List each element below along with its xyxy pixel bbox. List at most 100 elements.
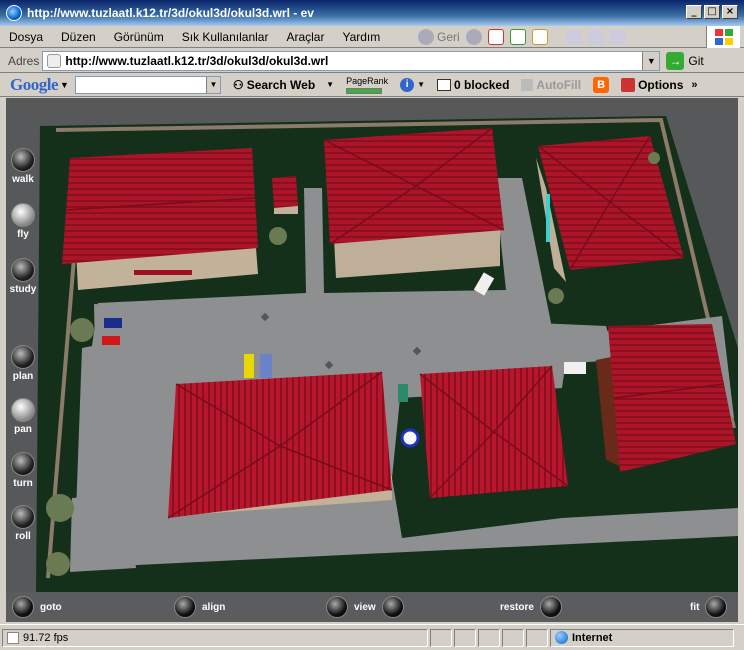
google-menu-icon[interactable]: ▼	[60, 80, 69, 90]
page-status-icon	[7, 631, 19, 644]
restore-label: restore	[500, 601, 534, 613]
info-dropdown-icon[interactable]: ▼	[417, 80, 425, 89]
nav-plan-label: plan	[12, 371, 34, 382]
options-icon	[621, 77, 636, 92]
car-white-2	[564, 362, 586, 374]
search-web-button[interactable]: ⚇ Search Web ▼	[233, 78, 334, 92]
align-button[interactable]: align	[174, 596, 225, 618]
tree-6	[648, 152, 660, 164]
address-input[interactable]: http://www.tuzlaatl.k12.tr/3d/okul3d/oku…	[42, 50, 661, 71]
nav-plan-button[interactable]: plan	[6, 345, 43, 382]
menu-favorites[interactable]: Sık Kullanılanlar	[173, 30, 278, 44]
car-navy	[104, 318, 122, 328]
3d-school-scene[interactable]	[6, 98, 738, 592]
standard-toolbar: Geri	[418, 26, 626, 48]
plan-icon	[11, 345, 35, 369]
info-button[interactable]: i ▼	[400, 77, 425, 92]
google-search-dropdown-icon[interactable]: ▼	[205, 76, 220, 93]
window-title: http://www.tuzlaatl.k12.tr/3d/okul3d/oku…	[27, 6, 314, 20]
car-yellow	[244, 354, 254, 378]
print-preview-icon[interactable]	[565, 29, 582, 45]
blogger-button[interactable]: B	[593, 76, 610, 93]
search-web-dropdown-icon[interactable]: ▼	[326, 80, 334, 89]
align-label: align	[202, 601, 226, 613]
window-controls: _ □ ×	[686, 5, 738, 19]
back-label: Geri	[437, 30, 460, 44]
fit-icon	[705, 596, 728, 618]
status-cell-2	[454, 628, 476, 647]
address-bar: Adres http://www.tuzlaatl.k12.tr/3d/okul…	[0, 49, 744, 73]
menu-view[interactable]: Görünüm	[105, 30, 173, 44]
popup-blocker-button[interactable]: 0 blocked	[437, 78, 509, 92]
fit-label: fit	[690, 601, 700, 613]
binoculars-icon: ⚇	[232, 77, 244, 92]
home-icon[interactable]	[531, 29, 548, 45]
restore-icon	[539, 596, 562, 618]
maximize-button[interactable]: □	[704, 5, 720, 19]
car-red	[102, 336, 120, 345]
turn-icon	[11, 452, 35, 476]
go-label: Git	[688, 53, 704, 68]
title-bar: http://www.tuzlaatl.k12.tr/3d/okul3d/oku…	[0, 0, 744, 26]
toolbar-chevron-icon[interactable]: »	[691, 79, 697, 91]
nav-study-button[interactable]: study	[6, 258, 43, 295]
tree-2	[269, 227, 287, 245]
restore-button[interactable]: restore	[500, 596, 562, 618]
status-cell-3	[478, 628, 500, 647]
minimize-button[interactable]: _	[686, 5, 702, 19]
car-green	[398, 384, 408, 402]
options-label: Options	[638, 77, 684, 92]
goto-label: goto	[40, 601, 62, 613]
options-button[interactable]: Options	[621, 77, 684, 92]
nav-pan-button[interactable]: pan	[6, 398, 43, 435]
close-button[interactable]: ×	[722, 5, 738, 19]
nav-roll-button[interactable]: roll	[6, 505, 43, 542]
refresh-icon[interactable]	[509, 29, 526, 45]
view-label: view	[354, 601, 376, 613]
nav-study-label: study	[9, 284, 37, 295]
blogger-icon: B	[593, 76, 610, 93]
shed-roof	[272, 176, 298, 208]
google-logo[interactable]: Google	[0, 75, 59, 95]
menu-tools[interactable]: Araçlar	[277, 30, 333, 44]
status-progress	[430, 628, 452, 647]
autofill-button[interactable]: AutoFill	[521, 78, 581, 92]
status-cell-5	[526, 628, 548, 647]
viewer-control-bar: goto align view restore fit	[6, 592, 738, 622]
fps-readout: 91.72 fps	[23, 631, 69, 644]
address-label: Adres	[8, 53, 40, 68]
vrml-viewer[interactable]: walk fly study plan pan turn roll goto a…	[6, 98, 738, 622]
goto-button[interactable]: goto	[12, 596, 62, 618]
pagerank-label: PageRank	[346, 75, 389, 86]
status-bar: 91.72 fps Internet	[0, 624, 744, 650]
google-search-input[interactable]: ▼	[74, 75, 221, 94]
menu-edit[interactable]: Düzen	[52, 30, 105, 44]
view-prev-icon[interactable]	[326, 596, 348, 618]
tree-1	[70, 318, 94, 342]
page-icon	[47, 53, 62, 68]
cut-icon[interactable]	[587, 29, 604, 45]
tree-5	[46, 552, 70, 576]
go-button[interactable]: → Git	[666, 51, 704, 70]
building-1-sign	[134, 270, 192, 275]
search-web-label: Search Web	[246, 77, 316, 92]
lower-road	[70, 494, 136, 572]
autofill-label: AutoFill	[536, 77, 582, 92]
forward-arrow-icon[interactable]	[465, 29, 482, 45]
building-1-roof	[62, 148, 258, 264]
nav-walk-button[interactable]: walk	[6, 148, 43, 185]
stop-icon[interactable]	[487, 29, 504, 45]
back-button[interactable]: Geri	[418, 29, 460, 45]
nav-roll-label: roll	[15, 531, 31, 542]
internet-globe-icon	[555, 631, 568, 644]
copy-icon[interactable]	[609, 29, 626, 45]
fit-button[interactable]: fit	[690, 596, 728, 618]
address-dropdown-icon[interactable]: ▼	[642, 51, 660, 70]
nav-pan-label: pan	[14, 424, 32, 435]
nav-turn-button[interactable]: turn	[6, 452, 43, 489]
view-next-icon[interactable]	[381, 596, 404, 618]
view-control: view	[326, 596, 404, 618]
menu-file[interactable]: Dosya	[0, 30, 52, 44]
menu-help[interactable]: Yardım	[333, 30, 389, 44]
nav-fly-button[interactable]: fly	[6, 203, 43, 240]
